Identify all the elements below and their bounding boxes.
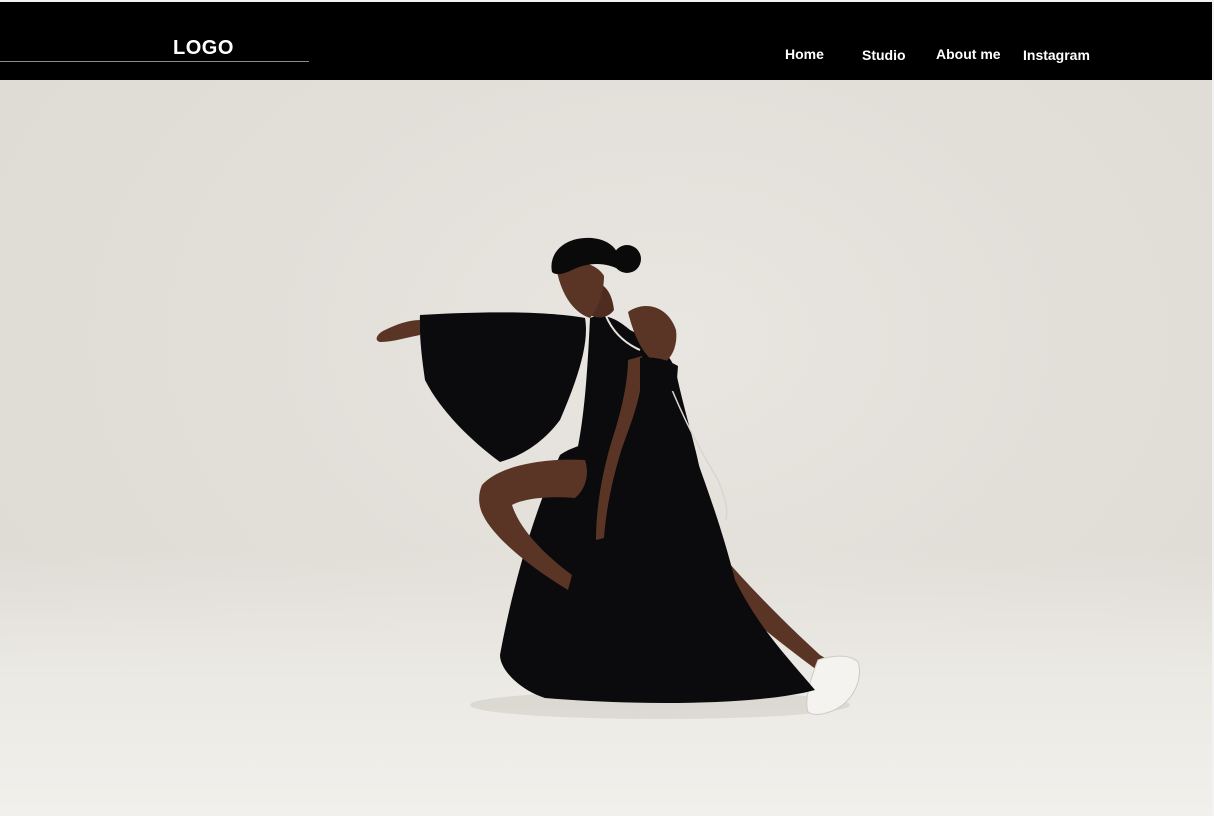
arm-band xyxy=(640,357,678,392)
nav-studio[interactable]: Studio xyxy=(862,47,906,63)
nav-about-me[interactable]: About me xyxy=(936,46,1001,62)
logo-underline xyxy=(0,61,309,62)
nav-instagram[interactable]: Instagram xyxy=(1023,47,1090,63)
site-header: LOGO Home Studio About me Instagram xyxy=(0,2,1212,80)
nav-home[interactable]: Home xyxy=(785,46,824,62)
page: LOGO Home Studio About me Instagram xyxy=(0,0,1214,816)
dancer-illustration xyxy=(376,237,860,719)
extended-hand xyxy=(376,320,420,342)
logo[interactable]: LOGO xyxy=(173,38,234,58)
hair-bun xyxy=(613,245,641,273)
hero-image xyxy=(0,80,1212,816)
bell-sleeve xyxy=(419,312,586,462)
